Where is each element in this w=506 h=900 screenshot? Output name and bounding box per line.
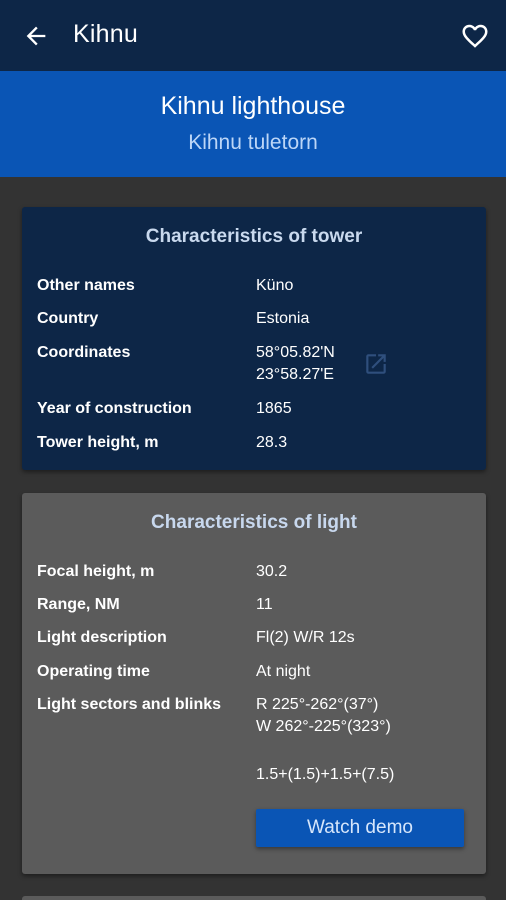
row-value: Fl(2) W/R 12s: [256, 629, 355, 646]
sector-red: R 225°-262°(37°): [256, 696, 379, 713]
app-bar: Kihnu: [0, 0, 506, 71]
blink-pattern-value: 1.5+(1.5)+1.5+(7.5): [256, 766, 395, 783]
favorite-button[interactable]: [460, 21, 490, 51]
row-value: 1865: [256, 400, 292, 417]
row-value: Estonia: [256, 310, 310, 327]
row-label: Light sectors and blinks: [37, 696, 222, 713]
row-value: Küno: [256, 277, 294, 294]
arrow-left-icon: [26, 26, 46, 46]
heart-outline-icon: [462, 24, 488, 48]
open-map-button[interactable]: [363, 351, 389, 377]
lighthouse-local-name: Kihnu tuletorn: [188, 131, 318, 154]
row-label: Focal height, m: [37, 563, 155, 580]
next-card-edge: [22, 896, 486, 900]
row-value: 58°05.82'N 23°58.27'E: [256, 342, 335, 386]
row-label: Country: [37, 310, 99, 327]
longitude-value: 23°58.27'E: [256, 366, 334, 383]
row-label: Operating time: [37, 663, 150, 680]
watch-demo-button[interactable]: Watch demo: [256, 809, 464, 847]
tower-card-title: Characteristics of tower: [145, 226, 363, 247]
lighthouse-header: Kihnu lighthouse Kihnu tuletorn: [0, 71, 506, 177]
row-label: Year of construction: [37, 400, 192, 417]
row-label: Tower height, m: [37, 434, 159, 451]
tower-characteristics-card: Characteristics of tower Other names Kün…: [22, 207, 486, 470]
light-card-title: Characteristics of light: [151, 512, 357, 533]
open-in-new-icon: [366, 354, 386, 374]
app-title: Kihnu: [73, 20, 138, 48]
row-label: Range, NM: [37, 596, 120, 613]
back-button[interactable]: [22, 22, 50, 50]
row-label: Coordinates: [37, 344, 131, 361]
row-label: Light description: [37, 629, 167, 646]
lighthouse-name: Kihnu lighthouse: [160, 92, 346, 120]
latitude-value: 58°05.82'N: [256, 344, 335, 361]
row-value: 11: [256, 596, 273, 613]
sector-white: W 262°-225°(323°): [256, 718, 391, 735]
row-label: Other names: [37, 277, 135, 294]
light-characteristics-card: Characteristics of light Focal height, m…: [22, 493, 486, 874]
row-value: At night: [256, 663, 311, 680]
row-value: 28.3: [256, 434, 288, 451]
row-value: 30.2: [256, 563, 288, 580]
row-value: R 225°-262°(37°) W 262°-225°(323°): [256, 694, 391, 738]
